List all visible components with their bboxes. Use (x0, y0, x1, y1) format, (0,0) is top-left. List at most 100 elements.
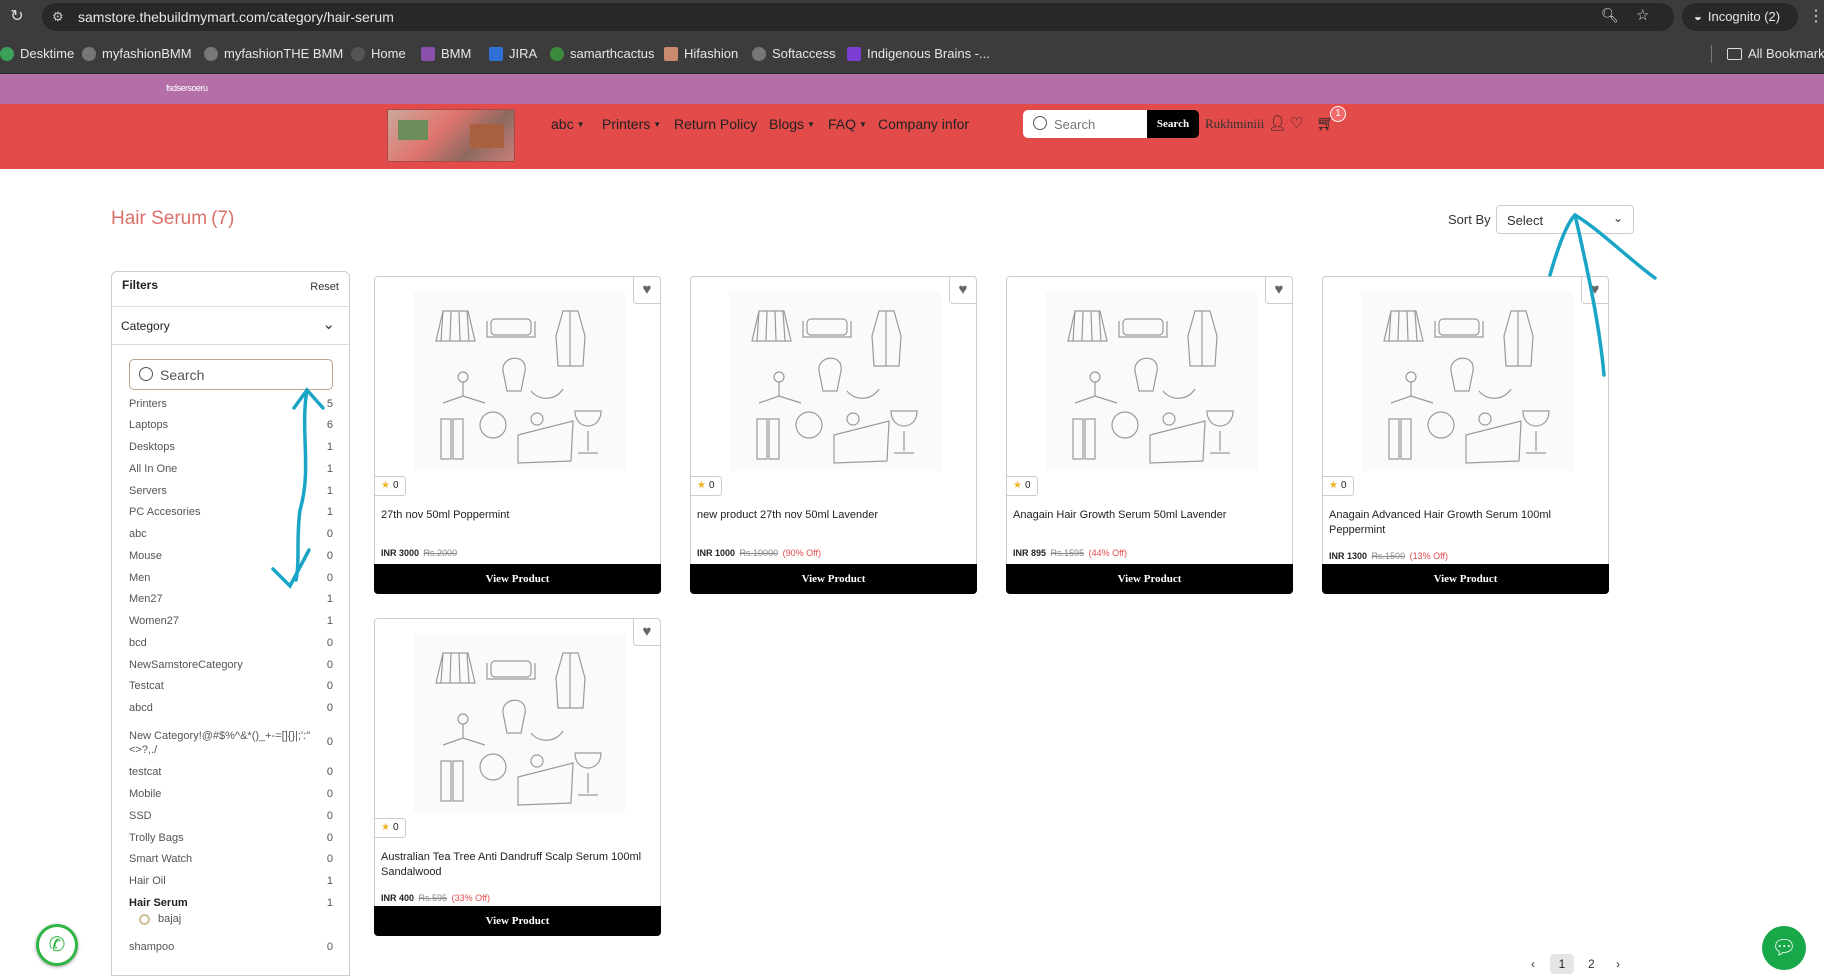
product-name[interactable]: Anagain Hair Growth Serum 50ml Lavender (1013, 508, 1283, 523)
product-image[interactable] (729, 291, 941, 471)
category-item[interactable]: bcd 0 (129, 637, 333, 649)
product-image[interactable] (1361, 291, 1573, 471)
store-logo[interactable] (387, 109, 515, 162)
pagination-page-2[interactable]: 2 (1588, 957, 1595, 971)
category-item[interactable]: Hair Serum 1 (129, 897, 333, 909)
heart-icon[interactable]: ♥ (949, 277, 976, 304)
pagination-prev[interactable]: ‹ (1531, 957, 1535, 971)
user-icon[interactable]: 👤︎ (1268, 114, 1287, 132)
nav-abc[interactable]: abc ▼ (551, 116, 585, 132)
product-card[interactable]: ♥ ★ 0 Australian Tea Tree Anti Dandruff Sca… (374, 618, 661, 936)
category-item[interactable]: Mobile 0 (129, 788, 333, 800)
product-image[interactable] (413, 633, 625, 813)
category-item[interactable]: Women27 1 (129, 615, 333, 627)
brand-option-bajaj[interactable]: bajaj (139, 913, 181, 925)
category-item[interactable]: Mouse 0 (129, 550, 333, 562)
category-item[interactable]: All In One 1 (129, 463, 333, 475)
nav-printers[interactable]: Printers ▼ (602, 116, 661, 132)
nav-return-policy[interactable]: Return Policy (674, 116, 757, 132)
view-product-button[interactable]: View Product (374, 906, 661, 936)
bookmark-hifashion[interactable]: Hifashion (664, 46, 738, 61)
heart-icon[interactable]: ♡ (1290, 114, 1303, 132)
product-card[interactable]: ♥ ★ 0 27th nov 50ml Poppermint INR 3000 Rs.2… (374, 276, 661, 594)
category-item[interactable]: New Category!@#$%^&*()_+-=[]{}|;':"<>?,.… (129, 729, 333, 757)
cart-count-badge: 1 (1330, 106, 1346, 122)
category-item[interactable]: Servers 1 (129, 485, 333, 497)
nav-company-info[interactable]: Company infor (878, 116, 969, 132)
zoom-icon[interactable]: 🔍︎ (1601, 7, 1619, 24)
price-current: INR 400 (381, 893, 415, 903)
product-card[interactable]: ♥ ★ 0 Anagain Hair Growth Serum 50ml Lavend… (1006, 276, 1293, 594)
category-item[interactable]: Testcat 0 (129, 680, 333, 692)
header-search-input[interactable]: Search (1023, 110, 1147, 138)
star-icon[interactable]: ☆ (1636, 6, 1649, 24)
user-name[interactable]: Rukhminiii (1205, 116, 1264, 132)
product-image[interactable] (1045, 291, 1257, 471)
product-name[interactable]: new product 27th nov 50ml Lavender (697, 508, 967, 523)
category-item[interactable]: Desktops 1 (129, 441, 333, 453)
category-item[interactable]: Men 0 (129, 572, 333, 584)
category-item[interactable]: Printers 5 (129, 398, 333, 410)
category-item[interactable]: Laptops 6 (129, 419, 333, 431)
hifashion-favicon (664, 46, 678, 61)
view-product-button[interactable]: View Product (374, 564, 661, 594)
heart-icon[interactable]: ♥ (633, 277, 660, 304)
price-mrp: Rs.1595 (1050, 548, 1085, 558)
category-item[interactable]: SSD 0 (129, 810, 333, 822)
category-item[interactable]: Hair Oil 1 (129, 875, 333, 887)
bookmark-softaccess[interactable]: Softaccess (752, 46, 836, 61)
category-search-input[interactable]: Search (129, 359, 333, 390)
filters-reset-button[interactable]: Reset (310, 281, 339, 293)
category-item[interactable]: NewSamstoreCategory 0 (129, 659, 333, 671)
sort-select[interactable]: Select ⌄ (1496, 205, 1634, 234)
whatsapp-icon[interactable]: ✆ (36, 924, 78, 966)
nav-faq[interactable]: FAQ ▼ (828, 116, 867, 132)
heart-icon[interactable]: ♥ (633, 619, 660, 646)
category-accordion[interactable]: Category ⌄ (112, 307, 349, 345)
view-product-button[interactable]: View Product (690, 564, 977, 594)
site-info-icon[interactable]: ⚙ (52, 9, 68, 25)
caret-down-icon: ▼ (653, 119, 662, 129)
radio-button[interactable] (139, 913, 150, 925)
product-name[interactable]: Anagain Advanced Hair Growth Serum 100ml… (1329, 508, 1599, 538)
bookmark-myfashion-the-bmm[interactable]: myfashionTHE BMM (204, 46, 343, 61)
product-name[interactable]: 27th nov 50ml Poppermint (381, 508, 651, 523)
category-item[interactable]: Smart Watch 0 (129, 853, 333, 865)
bookmark-bmm[interactable]: BMM (421, 46, 471, 61)
reload-icon[interactable]: ↻ (8, 8, 26, 26)
bmm-favicon (421, 46, 435, 61)
product-card[interactable]: ♥ ★ 0 new product 27th nov 50ml Lavender INR… (690, 276, 977, 594)
pagination-next[interactable]: › (1616, 957, 1620, 971)
product-name[interactable]: Australian Tea Tree Anti Dandruff Scalp … (381, 850, 651, 880)
product-card[interactable]: ♥ ★ 0 Anagain Advanced Hair Growth Serum 10… (1322, 276, 1609, 594)
category-item[interactable]: shampoo 0 (129, 941, 333, 953)
category-item[interactable]: testcat 0 (129, 766, 333, 778)
bookmark-desktime[interactable]: Desktime (0, 46, 74, 61)
address-bar[interactable]: ⚙ samstore.thebuildmymart.com/category/h… (42, 3, 1674, 31)
price-mrp: Rs.595 (418, 893, 448, 903)
category-item[interactable]: PC Accesories 1 (129, 506, 333, 518)
header-search-button[interactable]: Search (1147, 110, 1199, 138)
pagination-page-1[interactable]: 1 (1550, 954, 1574, 974)
product-image[interactable] (413, 291, 625, 471)
nav-blogs[interactable]: Blogs ▼ (769, 116, 815, 132)
view-product-button[interactable]: View Product (1006, 564, 1293, 594)
bookmark-myfashionbmm[interactable]: myfashionBMM (82, 46, 192, 61)
discount-badge: (44% Off) (1088, 548, 1127, 558)
chat-icon[interactable]: 💬︎ (1762, 926, 1806, 970)
bookmark-jira[interactable]: JIRA (489, 46, 537, 61)
incognito-badge[interactable]: ◒ Incognito (2) (1682, 3, 1798, 31)
bookmark-home[interactable]: Home (351, 46, 406, 61)
bookmark-indigenous-brains[interactable]: Indigenous Brains -... (847, 46, 990, 61)
heart-icon[interactable]: ♥ (1581, 277, 1608, 304)
category-item[interactable]: Men27 1 (129, 593, 333, 605)
bookmark-samarthcactus[interactable]: samarthcactus (550, 46, 655, 61)
category-item[interactable]: Trolly Bags 0 (129, 832, 333, 844)
category-item[interactable]: abc 0 (129, 528, 333, 540)
view-product-button[interactable]: View Product (1322, 564, 1609, 594)
url-text[interactable]: samstore.thebuildmymart.com/category/hai… (78, 9, 394, 25)
all-bookmarks[interactable]: All Bookmarks (1727, 46, 1824, 61)
menu-icon[interactable]: ⋮ (1808, 6, 1824, 26)
heart-icon[interactable]: ♥ (1265, 277, 1292, 304)
category-item[interactable]: abcd 0 (129, 702, 333, 714)
